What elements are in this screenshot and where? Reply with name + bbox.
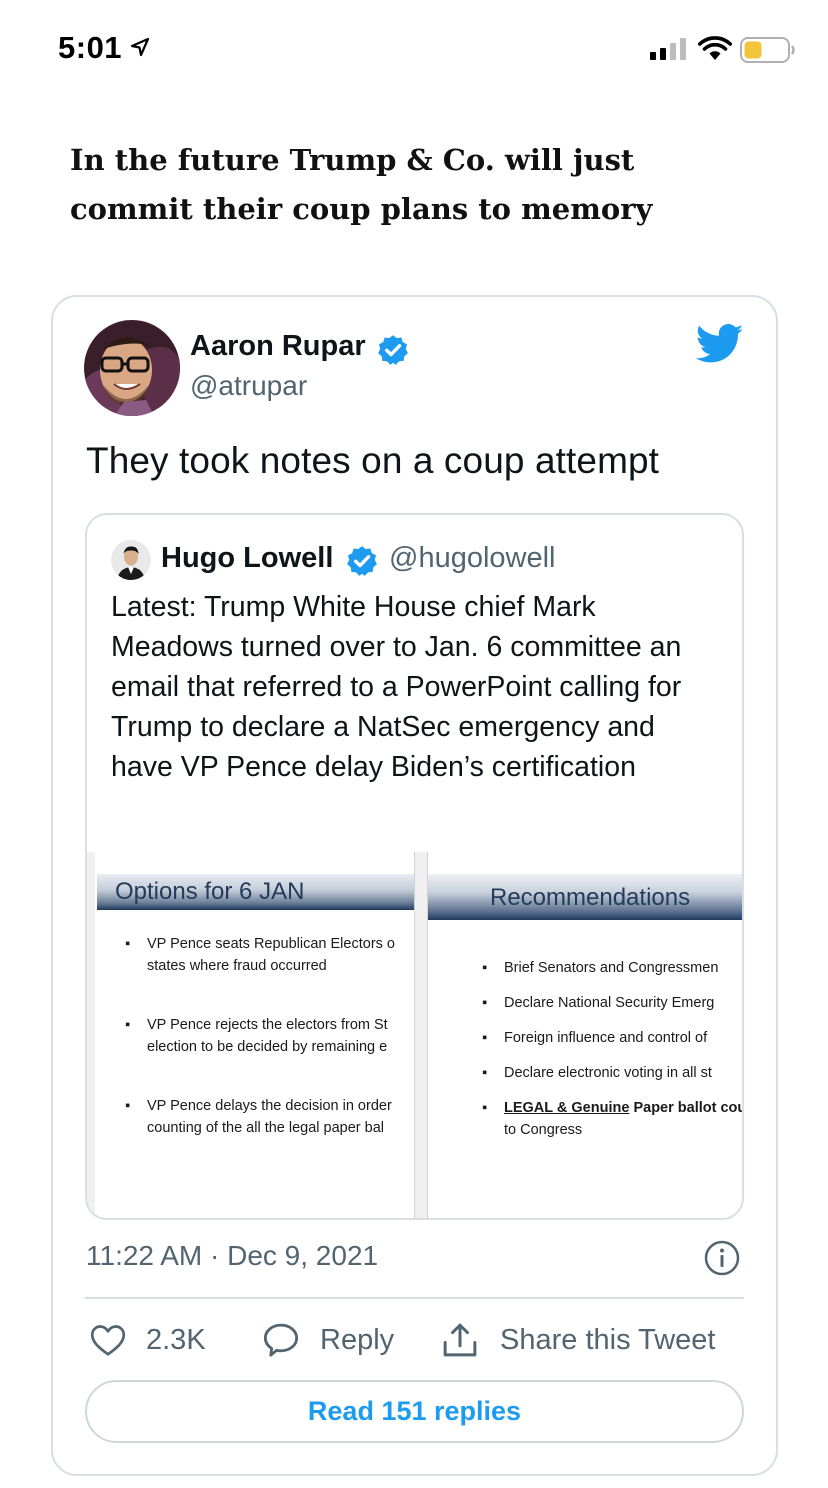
share-button[interactable]: Share this Tweet bbox=[440, 1320, 715, 1360]
slide-bullet: ▪ VP Pence seats Republican Electors o s… bbox=[125, 936, 395, 974]
reply-label: Reply bbox=[320, 1323, 395, 1356]
slide-bullet: ▪ LEGAL & Genuine Paper ballot cour to Co… bbox=[482, 1100, 744, 1138]
read-replies-button[interactable]: Read 151 replies bbox=[85, 1380, 744, 1443]
info-icon[interactable] bbox=[704, 1240, 740, 1276]
share-label: Share this Tweet bbox=[500, 1323, 716, 1356]
quoted-tweet-text: Latest: Trump White House chief Mark Mea… bbox=[111, 591, 682, 783]
twitter-bird-icon[interactable] bbox=[696, 324, 744, 364]
slide-recommendations[interactable]: Recommendations ▪ Brief Senators and Cong… bbox=[427, 852, 744, 1218]
reply-button[interactable]: Reply bbox=[262, 1320, 394, 1360]
heart-icon bbox=[90, 1325, 126, 1356]
verified-badge-icon bbox=[347, 546, 377, 576]
slide-bullet: ▪ VP Pence delays the decision in order … bbox=[125, 1098, 392, 1136]
cellular-signal-icon bbox=[650, 38, 686, 60]
quoted-tweet-media[interactable]: Options for 6 JAN ▪ VP Pence seats Repub… bbox=[87, 852, 744, 1218]
status-bar: 5:01 bbox=[0, 0, 828, 100]
slide-bullet: ▪ Foreign influence and control of bbox=[482, 1030, 708, 1046]
tweet-timestamp[interactable]: 11:22 AM · Dec 9, 2021 bbox=[86, 1240, 378, 1272]
status-time: 5:01 bbox=[58, 30, 123, 65]
divider bbox=[85, 1297, 744, 1299]
location-arrow-icon bbox=[130, 37, 150, 57]
author-avatar[interactable] bbox=[84, 320, 180, 416]
slide-bullet: ▪ Brief Senators and Congressmen bbox=[482, 960, 719, 976]
slide-title: Options for 6 JAN bbox=[115, 878, 305, 905]
page-headline: In the future Trump & Co. will just comm… bbox=[70, 143, 653, 226]
slide-bullet: ▪ Declare National Security Emerg bbox=[482, 995, 715, 1011]
wifi-icon bbox=[698, 36, 732, 60]
quoted-author-handle[interactable]: @hugolowell bbox=[389, 542, 555, 575]
share-icon bbox=[443, 1323, 477, 1357]
like-button[interactable]: 2.3K bbox=[90, 1320, 206, 1360]
like-count: 2.3K bbox=[146, 1323, 206, 1356]
author-handle[interactable]: @atrupar bbox=[190, 370, 307, 402]
author-name[interactable]: Aaron Rupar bbox=[190, 330, 366, 363]
slide-options-for-6-jan[interactable]: Options for 6 JAN ▪ VP Pence seats Repub… bbox=[95, 852, 415, 1218]
slide-title: Recommendations bbox=[490, 884, 691, 911]
quoted-author-avatar[interactable] bbox=[111, 540, 151, 580]
quoted-author-name[interactable]: Hugo Lowell bbox=[161, 542, 333, 575]
slide-bullet: ▪ Declare electronic voting in all st bbox=[482, 1065, 712, 1081]
tweet-text: They took notes on a coup attempt bbox=[86, 440, 660, 481]
verified-badge-icon bbox=[378, 335, 408, 365]
quoted-tweet[interactable]: Hugo Lowell @hugolowell Latest: Trump Wh… bbox=[85, 513, 744, 1220]
slide-bullet: ▪ VP Pence rejects the electors from St … bbox=[125, 1017, 388, 1055]
battery-icon bbox=[740, 37, 795, 63]
reply-bubble-icon bbox=[263, 1323, 299, 1357]
